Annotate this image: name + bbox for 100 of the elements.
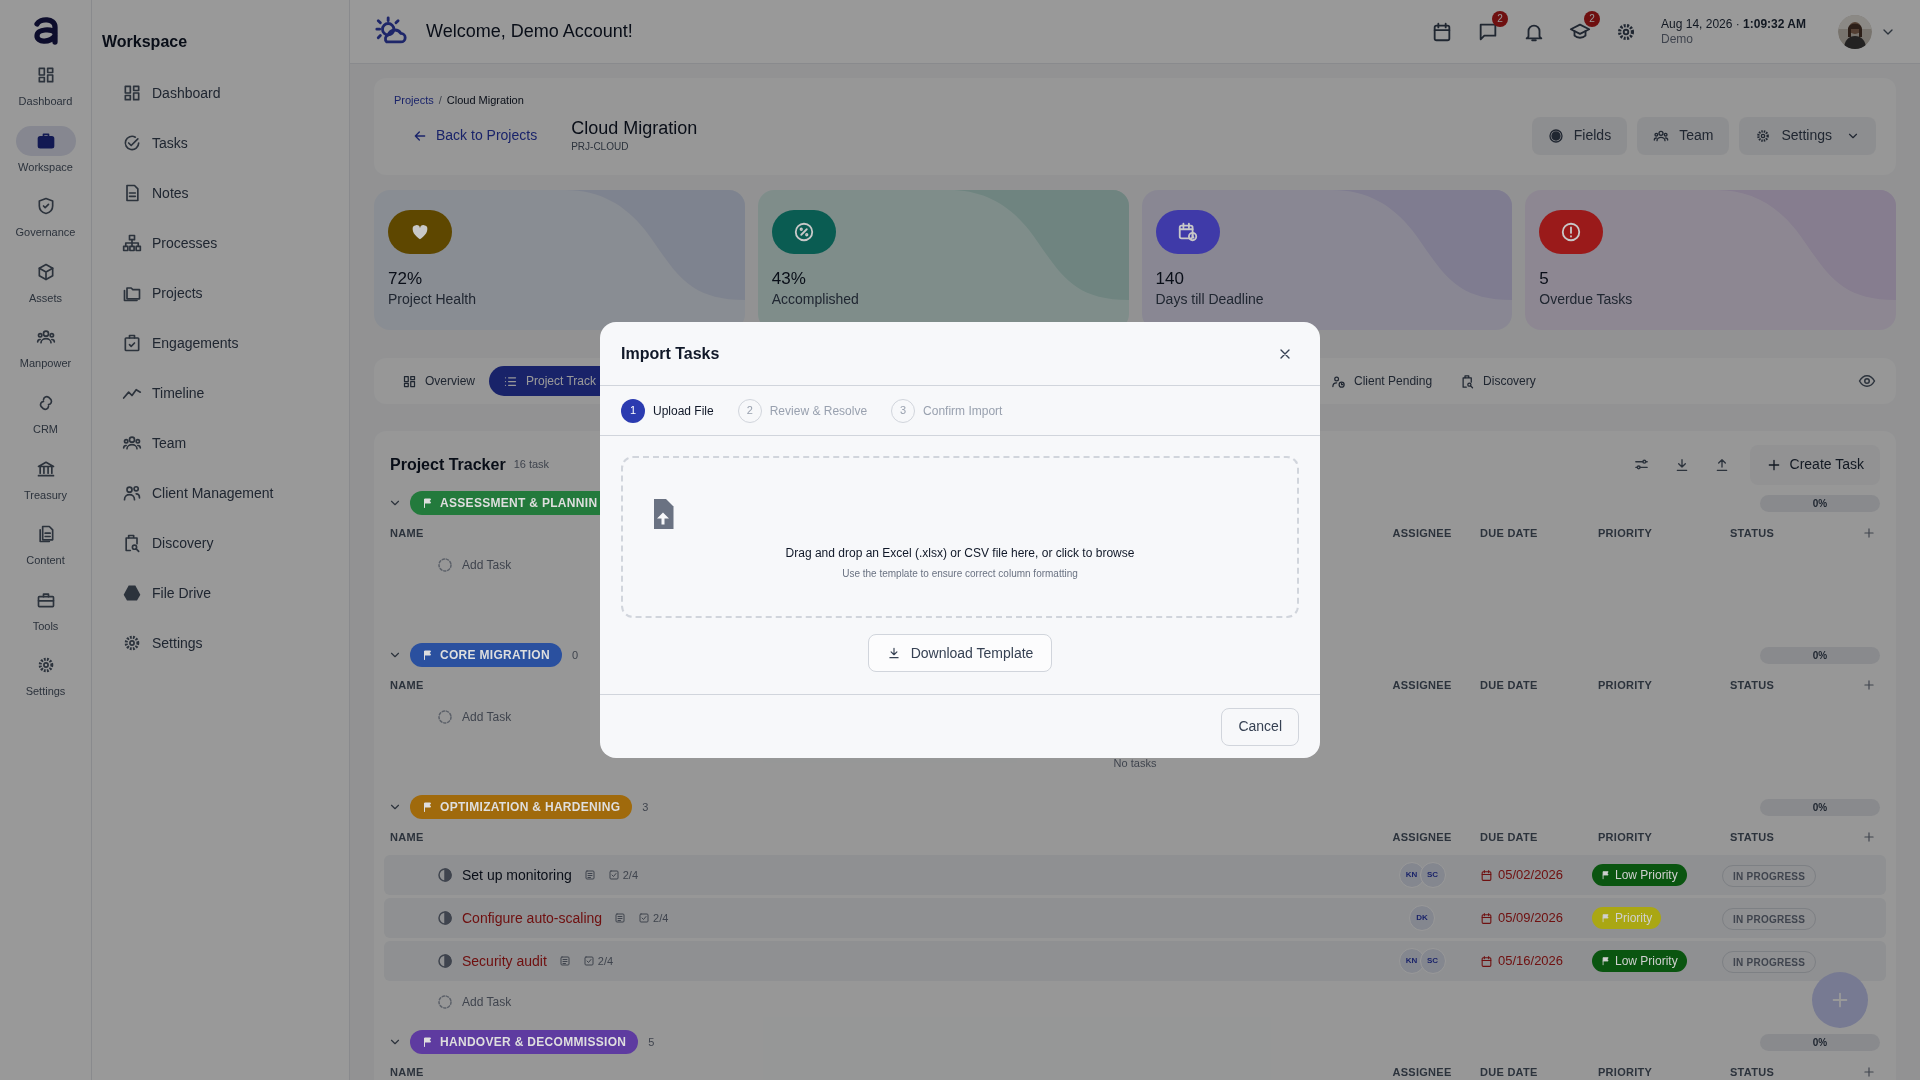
sidebar-item[interactable]: Settings — [152, 632, 203, 654]
priority-tag[interactable]: Low Priority — [1592, 950, 1687, 972]
calendar-icon — [1480, 911, 1493, 925]
group-tag[interactable]: CORE MIGRATION — [410, 643, 562, 667]
rail-item[interactable]: Manpower — [0, 322, 91, 388]
stat-label: Project Health — [388, 290, 477, 310]
person-clock-icon — [1331, 373, 1346, 389]
step-label[interactable]: Confirm Import — [923, 401, 1003, 420]
checklist-icon — [607, 869, 620, 881]
rail-item[interactable]: Dashboard — [0, 60, 91, 126]
assignee-avatar[interactable]: SC — [1419, 862, 1446, 888]
task-name[interactable]: Configure auto-scaling — [462, 907, 603, 929]
cancel-button[interactable]: Cancel — [1221, 707, 1299, 746]
assignee-avatar[interactable]: SC — [1419, 948, 1446, 974]
breadcrumb-link[interactable]: Projects — [394, 92, 434, 109]
date-time: Aug 14, 2026 · 1:09:32 AM — [1661, 16, 1806, 32]
rail-item[interactable]: Content — [0, 519, 91, 585]
due-date: 05/02/2026 — [1498, 866, 1564, 885]
flag-icon — [422, 497, 434, 509]
drop-zone[interactable]: Drag and drop an Excel (.xlsx) or CSV file here, or click to browse Use the template to ensure correct column formatting — [621, 456, 1299, 618]
tab[interactable]: Discovery — [1446, 366, 1550, 396]
task-name[interactable]: Set up monitoring — [462, 864, 572, 886]
step-number[interactable]: 1 — [621, 398, 645, 423]
rail-item[interactable]: Treasury — [0, 453, 91, 520]
rail-item[interactable]: Tools — [0, 584, 91, 651]
checklist-count: 2/4 — [622, 867, 639, 883]
calendar-icon[interactable] — [1431, 20, 1453, 43]
notification-badge: 2 — [1584, 10, 1600, 27]
rail-item[interactable]: CRM — [0, 387, 91, 454]
stat-value: 43% — [771, 268, 807, 290]
settings-icon — [122, 633, 142, 653]
sidebar-item[interactable]: Discovery — [152, 532, 214, 554]
assignee-avatar[interactable]: DK — [1409, 905, 1435, 931]
description-icon — [614, 912, 627, 924]
sidebar-item[interactable]: Dashboard — [152, 82, 221, 104]
grid-icon — [122, 83, 142, 103]
project-title: Cloud Migration — [571, 116, 698, 140]
breadcrumb-link[interactable]: Cloud Migration — [446, 92, 524, 109]
tab[interactable]: Overview — [388, 366, 489, 396]
sidebar-item[interactable]: Projects — [152, 282, 203, 304]
half-circle-icon[interactable] — [436, 909, 454, 927]
settings-icon — [1755, 127, 1772, 144]
half-circle-icon[interactable] — [436, 866, 454, 884]
sidebar-item[interactable]: Timeline — [152, 382, 205, 404]
flag-icon — [1601, 913, 1611, 923]
step-label[interactable]: Upload File — [653, 401, 714, 420]
assignee-avatar[interactable]: KN — [1398, 862, 1425, 888]
half-circle-icon[interactable] — [436, 952, 454, 970]
rail-item[interactable]: Settings — [0, 650, 91, 716]
task-row[interactable]: Configure auto-scaling 2/4 DK 05/09/2026 Priority IN PROGRESS — [384, 898, 1886, 938]
task-row[interactable]: Set up monitoring 2/4 KN SC 05/02/2026 Low Priority IN PROGRESS — [384, 855, 1886, 895]
add-task-button[interactable]: Add Task — [462, 556, 512, 574]
group-tag[interactable]: OPTIMIZATION & HARDENING — [410, 795, 633, 819]
task-name[interactable]: Security audit — [462, 950, 547, 972]
eye-icon[interactable] — [1858, 372, 1876, 390]
column-header: PRIORITY — [1598, 1065, 1653, 1078]
clipboard-search-icon — [122, 533, 142, 553]
add-task-button[interactable]: Add Task — [462, 708, 512, 726]
notification-badge: 2 — [1492, 10, 1508, 27]
download-template-button[interactable]: Download Template — [867, 634, 1053, 672]
sidebar-item[interactable]: Tasks — [152, 132, 188, 154]
column-header: DUE DATE — [1480, 678, 1538, 691]
header-button[interactable]: Settings — [1739, 116, 1876, 155]
sidebar-item[interactable]: Engagements — [152, 332, 239, 354]
header-button[interactable]: Fields — [1531, 116, 1628, 155]
add-task-button[interactable]: Add Task — [462, 993, 512, 1011]
column-header: DUE DATE — [1480, 526, 1538, 539]
cube-icon — [35, 261, 56, 282]
sidebar-item[interactable]: Processes — [152, 232, 218, 254]
column-header: DUE DATE — [1480, 830, 1538, 843]
check-circle-icon — [122, 133, 142, 153]
group-tag[interactable]: HANDOVER & DECOMMISSION — [410, 1030, 639, 1054]
step-label[interactable]: Review & Resolve — [769, 401, 868, 420]
column-header: ASSIGNEE — [1392, 526, 1452, 539]
rail-item[interactable]: Assets — [0, 256, 91, 323]
column-header: PRIORITY — [1598, 830, 1653, 843]
sidebar-item[interactable]: Notes — [152, 182, 189, 204]
download-icon — [886, 646, 901, 660]
tab[interactable]: Client Pending — [1317, 366, 1447, 396]
sidebar-item[interactable]: Team — [152, 432, 187, 454]
rail-item[interactable]: Governance — [0, 191, 91, 257]
back-link[interactable]: Back to Projects — [394, 125, 538, 146]
stat-label: Accomplished — [771, 290, 860, 310]
column-header: NAME — [390, 678, 424, 691]
group-count: 3 — [642, 799, 649, 815]
create-task-button[interactable]: Create Task — [1749, 444, 1880, 485]
column-header: ASSIGNEE — [1392, 830, 1452, 843]
sidebar-item[interactable]: Client Management — [152, 482, 274, 504]
header-button[interactable]: Team — [1637, 116, 1730, 155]
calendar-icon — [1480, 954, 1493, 968]
description-icon — [583, 869, 596, 881]
alert-icon — [1560, 221, 1583, 243]
rail-item[interactable]: Workspace — [0, 125, 91, 192]
checklist-count: 2/4 — [653, 910, 669, 926]
assignee-avatar[interactable]: KN — [1398, 948, 1425, 974]
task-row[interactable]: Security audit 2/4 KN SC 05/16/2026 Low Priority IN PROGRESS — [384, 941, 1886, 981]
stat-value: 72% — [388, 268, 424, 290]
grid-icon — [402, 373, 417, 389]
priority-tag[interactable]: Low Priority — [1592, 864, 1687, 886]
sidebar-item[interactable]: File Drive — [152, 582, 212, 604]
